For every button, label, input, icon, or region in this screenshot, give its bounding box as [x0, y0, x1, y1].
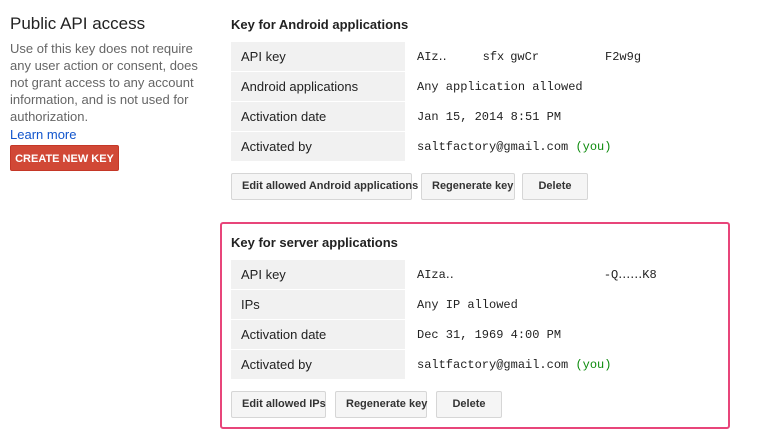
edit-allowed-android-applications-button[interactable]: Edit allowed Android applications: [231, 173, 418, 200]
learn-more-link[interactable]: Learn more: [10, 126, 76, 144]
server-activated-by-label: Activated by: [231, 349, 405, 380]
server-ips-label: IPs: [231, 289, 405, 320]
table-row: Activated by saltfactory@gmail.com (you): [231, 131, 700, 162]
you-badge: (you): [575, 357, 612, 372]
server-activation-date-value: Dec 31, 1969 4:00 PM: [405, 319, 700, 350]
android-activation-date-value: Jan 15, 2014 8:51 PM: [405, 101, 700, 132]
android-activated-by-cell: saltfactory@gmail.com (you): [405, 131, 700, 162]
android-key-title: Key for Android applications: [231, 17, 409, 32]
public-api-access-panel: Public API access Use of this key does n…: [10, 14, 200, 171]
server-delete-key-button[interactable]: Delete: [436, 391, 502, 418]
table-row: Activated by saltfactory@gmail.com (you): [231, 349, 700, 380]
server-regenerate-key-button[interactable]: Regenerate key: [335, 391, 427, 418]
server-activated-by-cell: saltfactory@gmail.com (you): [405, 349, 700, 380]
android-activated-by-email: saltfactory@gmail.com: [417, 139, 569, 154]
public-api-access-title: Public API access: [10, 14, 146, 33]
edit-allowed-ips-button[interactable]: Edit allowed IPs: [231, 391, 326, 418]
android-activation-date-label: Activation date: [231, 101, 405, 132]
server-activation-date-label: Activation date: [231, 319, 405, 350]
table-row: API key AIza‥ -Q‥‥‥K8: [231, 260, 700, 290]
you-badge: (you): [575, 139, 612, 154]
table-row: Activation date Dec 31, 1969 4:00 PM: [231, 319, 700, 350]
android-api-key-label: API key: [231, 42, 405, 72]
android-delete-key-button[interactable]: Delete: [522, 173, 588, 200]
android-applications-value: Any application allowed: [405, 71, 700, 102]
android-applications-label: Android applications: [231, 71, 405, 102]
table-row: Activation date Jan 15, 2014 8:51 PM: [231, 101, 700, 132]
server-api-key-label: API key: [231, 260, 405, 290]
table-row: IPs Any IP allowed: [231, 289, 700, 320]
table-row: Android applications Any application all…: [231, 71, 700, 102]
table-row: API key AIz‥ sfx gwCr F2w9g: [231, 42, 700, 72]
create-new-key-button[interactable]: CREATE NEW KEY: [10, 145, 119, 171]
server-key-title: Key for server applications: [231, 235, 398, 250]
android-key-table: API key AIz‥ sfx gwCr F2w9g Android appl…: [231, 42, 700, 162]
server-activated-by-email: saltfactory@gmail.com: [417, 357, 569, 372]
android-regenerate-key-button[interactable]: Regenerate key: [421, 173, 515, 200]
server-key-table: API key AIza‥ -Q‥‥‥K8 IPs Any IP allowed…: [231, 260, 700, 380]
android-activated-by-label: Activated by: [231, 131, 405, 162]
server-ips-value: Any IP allowed: [405, 289, 700, 320]
android-api-key-value: AIz‥ sfx gwCr F2w9g: [405, 42, 700, 72]
public-api-access-description: Use of this key does not require any use…: [10, 41, 198, 124]
server-api-key-value: AIza‥ -Q‥‥‥K8: [405, 260, 700, 290]
